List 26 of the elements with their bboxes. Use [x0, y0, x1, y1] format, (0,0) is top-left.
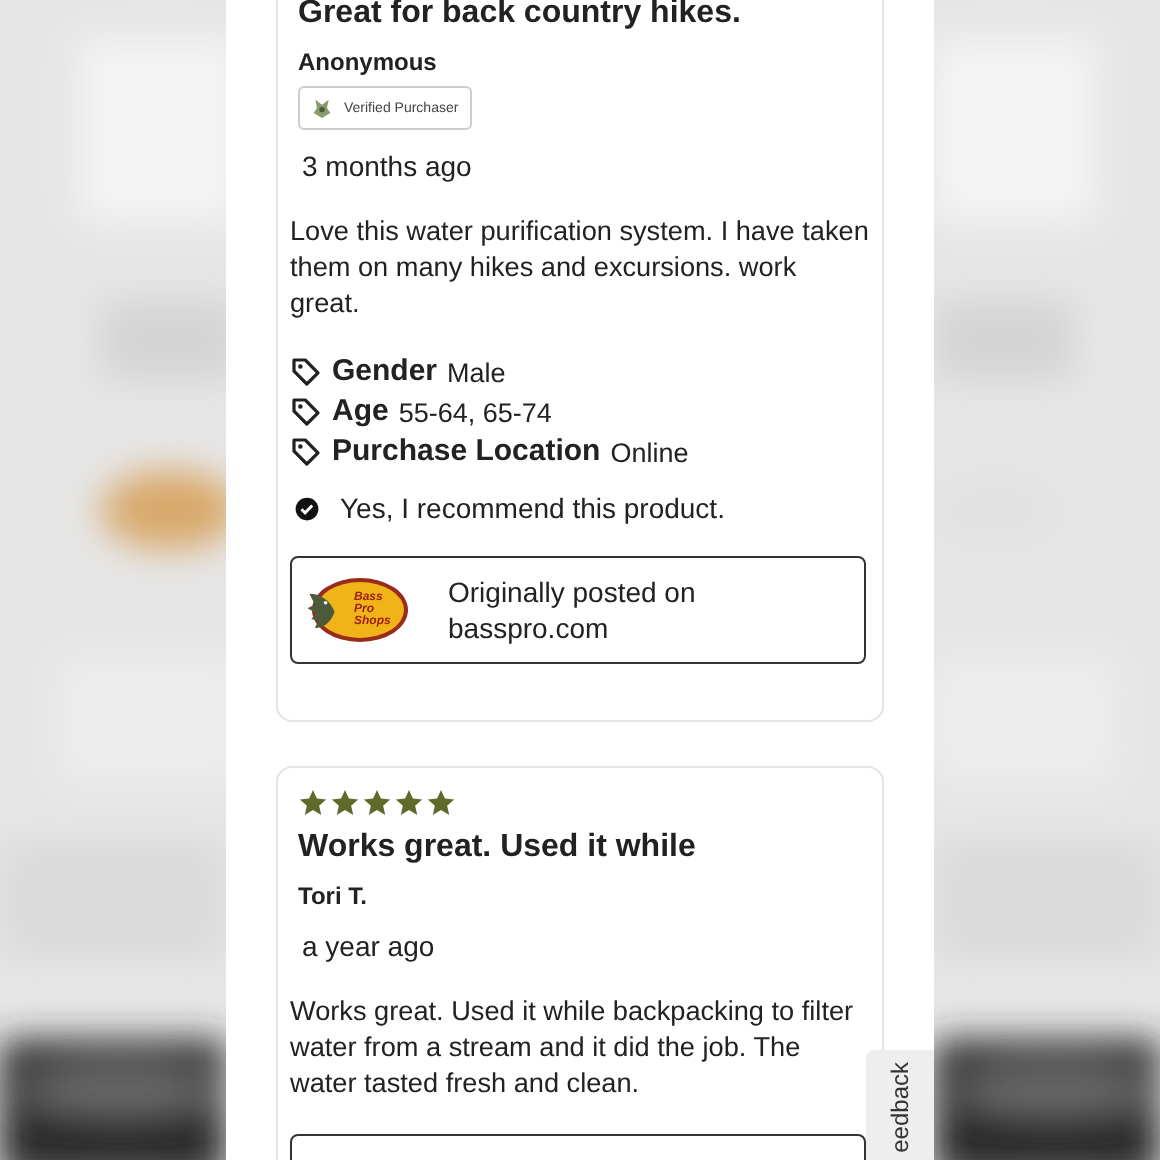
star-icon: [362, 788, 392, 818]
check-circle-icon: [294, 495, 320, 521]
reviewer-name: Tori T.: [298, 882, 369, 910]
star-icon: [298, 788, 328, 818]
review-text: Love this water purification system. I have taken them on many hikes and excursions. work great.: [290, 214, 870, 322]
tag-icon: [290, 395, 322, 427]
tag-icon: [290, 435, 322, 467]
review-time: a year ago: [302, 930, 437, 962]
review-time: 3 months ago: [302, 150, 474, 182]
attribute-value: Online: [610, 438, 689, 468]
feedback-tab[interactable]: eedback: [866, 1050, 934, 1160]
recommend-text: Yes, I recommend this product.: [340, 492, 725, 524]
attribute-value: 55-64, 65-74: [398, 398, 552, 428]
attribute-label: Age: [332, 394, 389, 428]
source-text: Originally posted on basspro.com: [448, 574, 698, 646]
review-title: Works great. Used it while: [298, 828, 698, 868]
tag-icon: [290, 355, 322, 387]
attribute-label: Gender: [332, 354, 438, 388]
attribute-value: Male: [447, 358, 506, 388]
reviewer-name: Anonymous: [298, 48, 439, 76]
attribute-label: Purchase Location: [332, 434, 601, 468]
star-icon: [394, 788, 424, 818]
badge-icon: [312, 96, 332, 120]
review-text: Works great. Used it while backpacking to filter water from a stream and it did the job. The water tasted fresh and clean.: [290, 994, 856, 1102]
star-icon: [426, 788, 456, 818]
star-icon: [330, 788, 360, 818]
